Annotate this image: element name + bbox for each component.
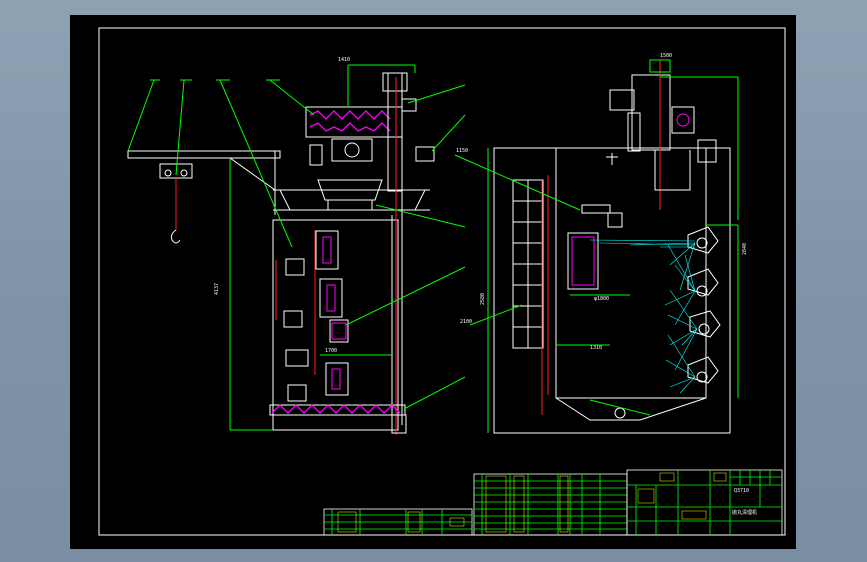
dim-top-left: 1410: [338, 57, 350, 63]
dim-top-right: 1500: [660, 53, 672, 59]
drawing-stamp: Q3710: [734, 488, 749, 494]
access-ladder: [512, 179, 544, 349]
drawing-sheet[interactable]: 1410 4137 1700 1500 2580 2840 φ1800 1310…: [70, 15, 796, 549]
blast-wheel-units: [283, 230, 349, 402]
callout-b: 2100: [460, 319, 472, 325]
sheet-frame: [98, 27, 786, 536]
front-elevation-view[interactable]: 1500 2580 2840 φ1800 1310 2100 1150: [454, 53, 748, 434]
crane-hook: [171, 229, 181, 244]
dim-inner: φ1800: [594, 296, 609, 302]
dim-upper-right: 2840: [742, 243, 748, 255]
cad-viewport[interactable]: 1410 4137 1700 1500 2580 2840 φ1800 1310…: [0, 0, 867, 562]
separator-motor: [331, 138, 373, 162]
cabinet-body: [272, 219, 399, 431]
callout-a: 1310: [590, 345, 602, 351]
title-block[interactable]: Q3710 抛丸清理机: [323, 469, 783, 536]
inner-hatch: [571, 236, 595, 286]
side-elevation-view[interactable]: 1410 4137 1700: [127, 57, 466, 435]
crane-jib: [127, 150, 281, 159]
callout-c: 1150: [456, 148, 468, 154]
dim-height-right: 2580: [480, 293, 486, 305]
main-title-block: [626, 469, 783, 536]
blast-chamber: [555, 147, 707, 399]
dim-width: 1700: [325, 348, 337, 354]
blast-spray-pattern: [589, 239, 698, 394]
drain-outlet: [614, 407, 626, 419]
dim-height-left: 4137: [214, 283, 220, 295]
bom-table: [473, 473, 628, 536]
title-company: 抛丸清理机: [732, 509, 757, 516]
separator-screw: [309, 110, 391, 120]
